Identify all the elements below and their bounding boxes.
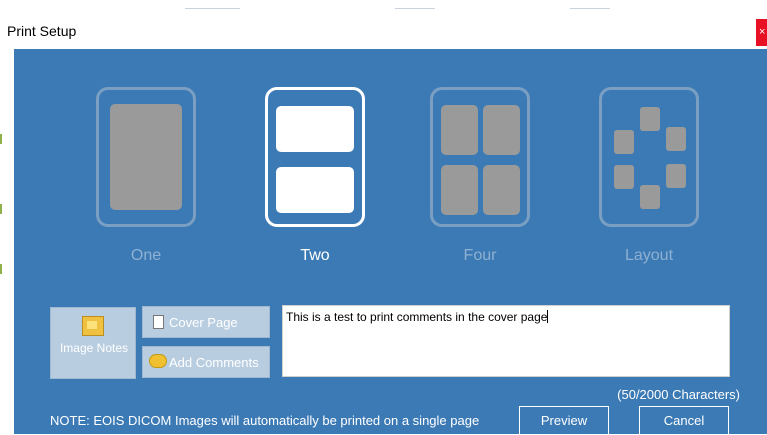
sticky-note-icon [82, 316, 104, 336]
image-notes-button[interactable]: Image Notes [50, 307, 136, 379]
close-button[interactable]: × [756, 19, 767, 46]
image-notes-label: Image Notes [59, 341, 129, 355]
layout-option-label: Four [463, 247, 497, 264]
add-comments-button[interactable]: Add Comments [142, 346, 270, 378]
left-edge [0, 49, 14, 434]
page-icon [153, 315, 164, 329]
comment-bubble-icon [149, 354, 167, 368]
top-strip [0, 0, 767, 15]
layout-option-label: Layout [624, 247, 674, 264]
preview-button[interactable]: Preview [519, 406, 609, 435]
custom-layout-icon [599, 87, 699, 227]
four-per-page-icon [430, 87, 530, 227]
cover-page-button[interactable]: Cover Page [142, 306, 270, 338]
text-caret [547, 310, 549, 323]
comments-textarea[interactable]: This is a test to print comments in the … [282, 305, 730, 377]
comments-text: This is a test to print comments in the … [286, 310, 548, 324]
title-bar: Print Setup × [0, 15, 767, 49]
cover-page-label: Cover Page [169, 315, 238, 330]
two-per-page-icon [265, 87, 365, 227]
single-page-icon [96, 87, 196, 227]
character-count: (50/2000 Characters) [617, 387, 740, 402]
layout-option-label: Two [300, 247, 330, 264]
cancel-button[interactable]: Cancel [639, 406, 729, 435]
dicom-note: NOTE: EOIS DICOM Images will automatical… [50, 413, 480, 428]
close-icon: × [759, 26, 766, 38]
window-title: Print Setup [7, 23, 77, 39]
layout-option-label: One [130, 247, 162, 264]
add-comments-label: Add Comments [169, 355, 259, 370]
print-setup-dialog: One Two Four Layout Image Notes Cover Pa… [14, 49, 767, 435]
